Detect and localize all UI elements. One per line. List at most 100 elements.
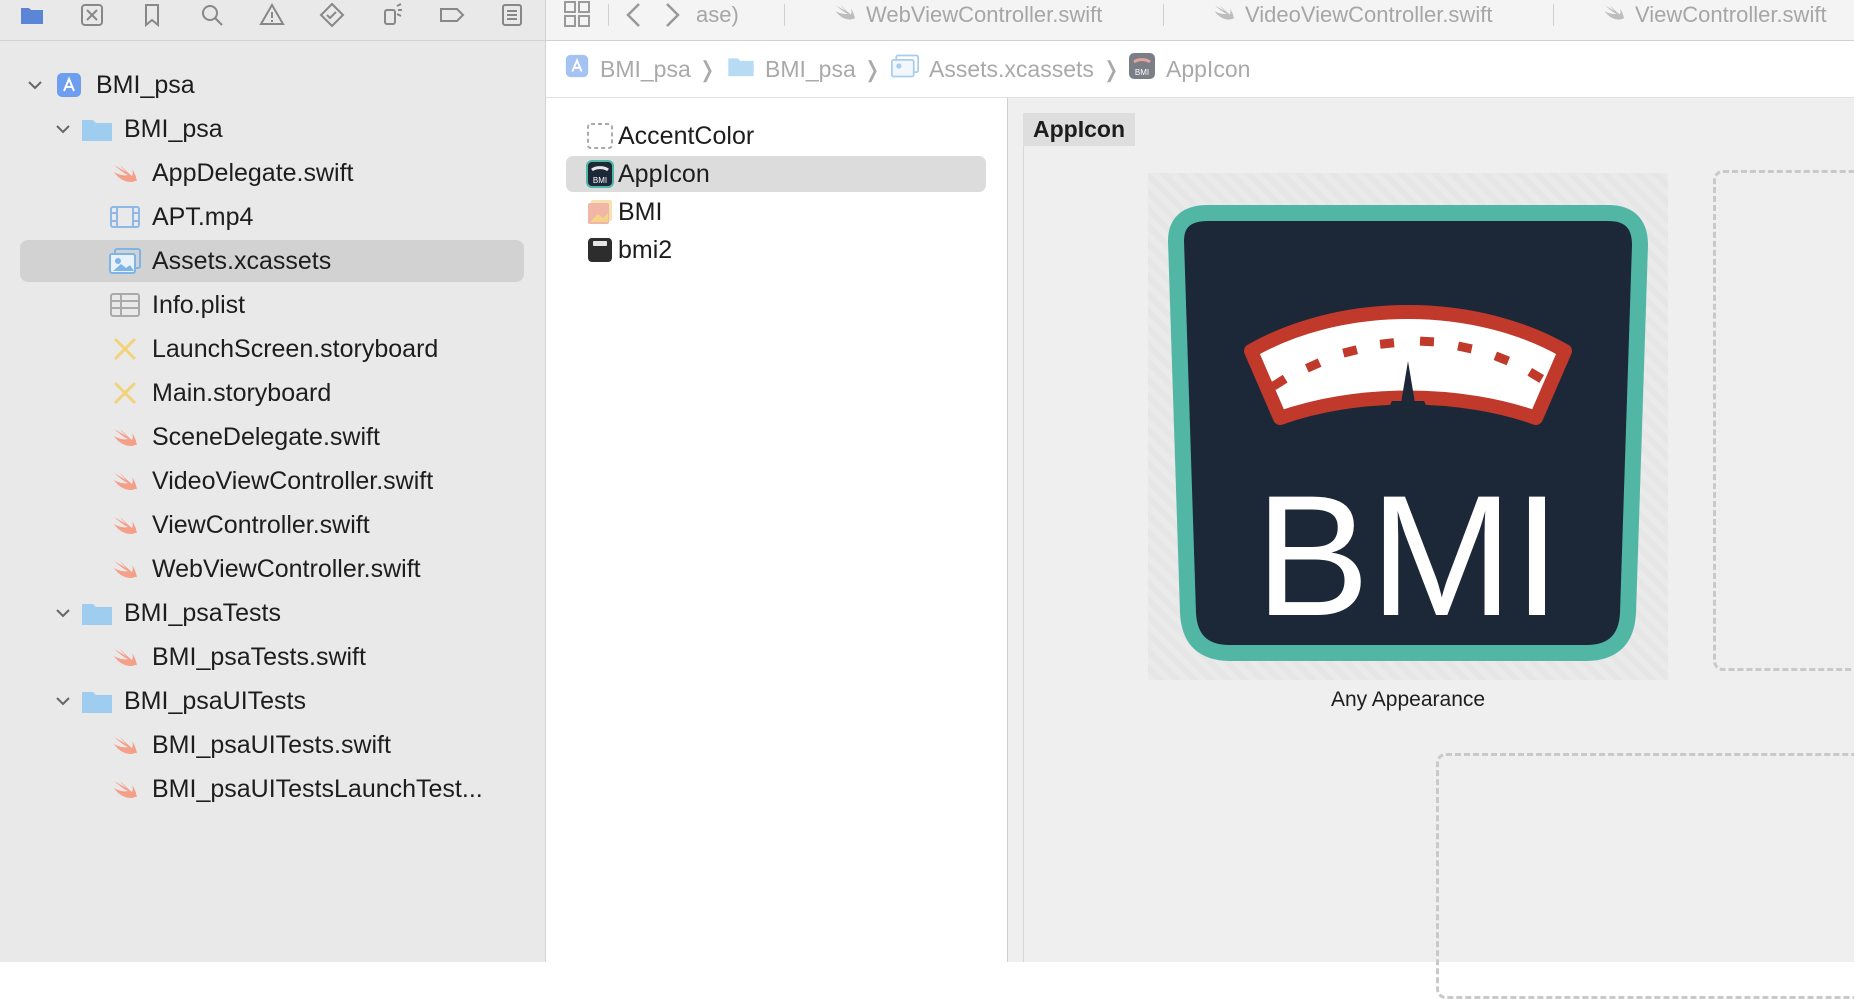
test-icon[interactable] <box>317 0 347 30</box>
chevron-down-icon[interactable] <box>53 119 73 139</box>
asset-row-appicon-selected[interactable]: BMI AppIcon <box>566 156 986 192</box>
asset-label: bmi2 <box>618 235 673 264</box>
breadcrumb-folder[interactable]: BMI_psa <box>727 41 856 97</box>
swift-icon <box>1601 1 1627 29</box>
tree-row-viewcontroller[interactable]: ViewController.swift <box>20 504 524 546</box>
bmi-app-icon-image: BMI <box>1167 205 1649 661</box>
icon-slot-any-appearance[interactable]: BMI <box>1148 173 1668 680</box>
chevron-down-icon[interactable] <box>53 691 73 711</box>
tree-row-label: BMI_psaUITests.swift <box>152 730 391 759</box>
back-icon[interactable] <box>624 2 644 33</box>
image-set-icon-dark <box>586 236 614 264</box>
tree-row-label: BMI_psaUITestsLaunchTest... <box>152 774 483 803</box>
tree-row-label: BMI_psa <box>96 70 195 99</box>
tree-row-label: Assets.xcassets <box>152 246 332 275</box>
chevron-right-icon: ❭ <box>698 57 717 82</box>
report-icon[interactable] <box>497 0 527 30</box>
tree-row-project[interactable]: BMI_psa <box>20 64 524 106</box>
asset-catalog-list: AccentColor BMI AppIcon BMI bmi2 <box>546 98 1008 962</box>
asset-label: AppIcon <box>618 159 710 188</box>
tree-row-label: APT.mp4 <box>152 202 254 231</box>
chevron-right-icon: ❭ <box>1102 57 1121 82</box>
swift-icon <box>108 554 142 584</box>
swift-icon <box>108 774 142 804</box>
breakpoint-icon[interactable] <box>437 0 467 30</box>
asset-label: BMI <box>618 197 663 226</box>
tree-row-label: WebViewController.swift <box>152 554 421 583</box>
tree-row-label: AppDelegate.swift <box>152 158 354 187</box>
plist-icon <box>108 290 142 320</box>
folder-icon[interactable] <box>17 0 47 30</box>
assets-icon <box>108 246 142 276</box>
tab-videoviewcontroller[interactable]: VideoViewController.swift <box>1211 0 1492 30</box>
bookmark-icon[interactable] <box>137 0 167 30</box>
tree-row-assets-selected[interactable]: Assets.xcassets <box>20 240 524 282</box>
app-icon-set-icon: BMI <box>586 160 614 188</box>
breadcrumb-project[interactable]: BMI_psa <box>564 41 691 97</box>
tree-row-label: ViewController.swift <box>152 510 370 539</box>
editor-tab-bar: ase) WebViewController.swift VideoViewCo… <box>546 0 1854 41</box>
folder-icon <box>80 686 114 716</box>
svg-text:BMI: BMI <box>1135 68 1149 77</box>
tree-row-apt-mp4[interactable]: APT.mp4 <box>20 196 524 238</box>
storyboard-icon <box>108 334 142 364</box>
project-icon <box>564 53 590 85</box>
tree-row-label: BMI_psaTests <box>124 598 282 627</box>
tree-row-info-plist[interactable]: Info.plist <box>20 284 524 326</box>
folder-icon <box>727 55 755 83</box>
tree-row-folder-bmi-psa[interactable]: BMI_psa <box>20 108 524 150</box>
tree-row-videoviewcontroller[interactable]: VideoViewController.swift <box>20 460 524 502</box>
app-icon-set-icon: BMI <box>1128 52 1156 86</box>
tab-viewcontroller[interactable]: ViewController.swift <box>1601 0 1827 30</box>
tree-row-uitests-swift[interactable]: BMI_psaUITests.swift <box>20 724 524 766</box>
asset-label: AccentColor <box>618 121 755 150</box>
chevron-down-icon[interactable] <box>53 603 73 623</box>
tree-row-label: SceneDelegate.swift <box>152 422 380 451</box>
asset-row-accentcolor[interactable]: AccentColor <box>566 118 986 154</box>
tree-row-tests-swift[interactable]: BMI_psaTests.swift <box>20 636 524 678</box>
debug-icon[interactable] <box>377 0 407 30</box>
tree-row-folder-tests[interactable]: BMI_psaTests <box>20 592 524 634</box>
chevron-down-icon[interactable] <box>25 75 45 95</box>
tree-row-label: Info.plist <box>152 290 246 319</box>
project-icon <box>52 70 86 100</box>
color-set-icon <box>586 122 614 150</box>
tab-label: VideoViewController.swift <box>1245 2 1493 27</box>
jump-bar: BMI_psa ❭ BMI_psa ❭ Assets.xcassets ❭ BM… <box>546 41 1854 98</box>
empty-icon-slot[interactable] <box>1713 170 1854 671</box>
breadcrumb-assets[interactable]: Assets.xcassets <box>891 41 1094 97</box>
warning-icon[interactable] <box>257 0 287 30</box>
source-control-icon[interactable] <box>77 0 107 30</box>
tree-row-webviewcontroller[interactable]: WebViewController.swift <box>20 548 524 590</box>
tree-row-launchscreen[interactable]: LaunchScreen.storyboard <box>20 328 524 370</box>
grid-icon[interactable] <box>564 1 590 27</box>
tree-row-main-storyboard[interactable]: Main.storyboard <box>20 372 524 414</box>
tree-row-appdelegate[interactable]: AppDelegate.swift <box>20 152 524 194</box>
forward-icon[interactable] <box>662 2 682 33</box>
breadcrumb-appicon[interactable]: BMI AppIcon <box>1128 41 1250 97</box>
swift-icon <box>108 642 142 672</box>
tree-row-uitests-launch[interactable]: BMI_psaUITestsLaunchTest... <box>20 768 524 810</box>
swift-icon <box>108 422 142 452</box>
folder-icon <box>80 598 114 628</box>
navigator-toolbar <box>0 0 545 41</box>
tab-label: ViewController.swift <box>1635 2 1827 27</box>
storyboard-icon <box>108 378 142 408</box>
search-icon[interactable] <box>197 0 227 30</box>
icon-text: BMI <box>1255 460 1561 652</box>
tab-label: WebViewController.swift <box>866 2 1103 27</box>
tree-row-label: Main.storyboard <box>152 378 332 407</box>
empty-icon-slot[interactable] <box>1436 753 1854 999</box>
breadcrumb-label: Assets.xcassets <box>929 55 1094 82</box>
asset-editor-canvas: AppIcon BMI Any Appearance <box>1008 98 1854 999</box>
asset-row-bmi2[interactable]: bmi2 <box>566 232 986 268</box>
tab-partial[interactable]: ase) <box>696 0 739 30</box>
tab-webviewcontroller[interactable]: WebViewController.swift <box>832 0 1102 30</box>
asset-row-bmi[interactable]: BMI <box>566 194 986 230</box>
tree-row-scenedelegate[interactable]: SceneDelegate.swift <box>20 416 524 458</box>
file-tree: BMI_psa BMI_psa AppDelegate.swift APT.mp… <box>0 40 545 962</box>
icon-set-title: AppIcon <box>1023 113 1135 146</box>
tree-row-folder-uitests[interactable]: BMI_psaUITests <box>20 680 524 722</box>
chevron-right-icon: ❭ <box>863 57 882 82</box>
tree-row-label: LaunchScreen.storyboard <box>152 334 439 363</box>
